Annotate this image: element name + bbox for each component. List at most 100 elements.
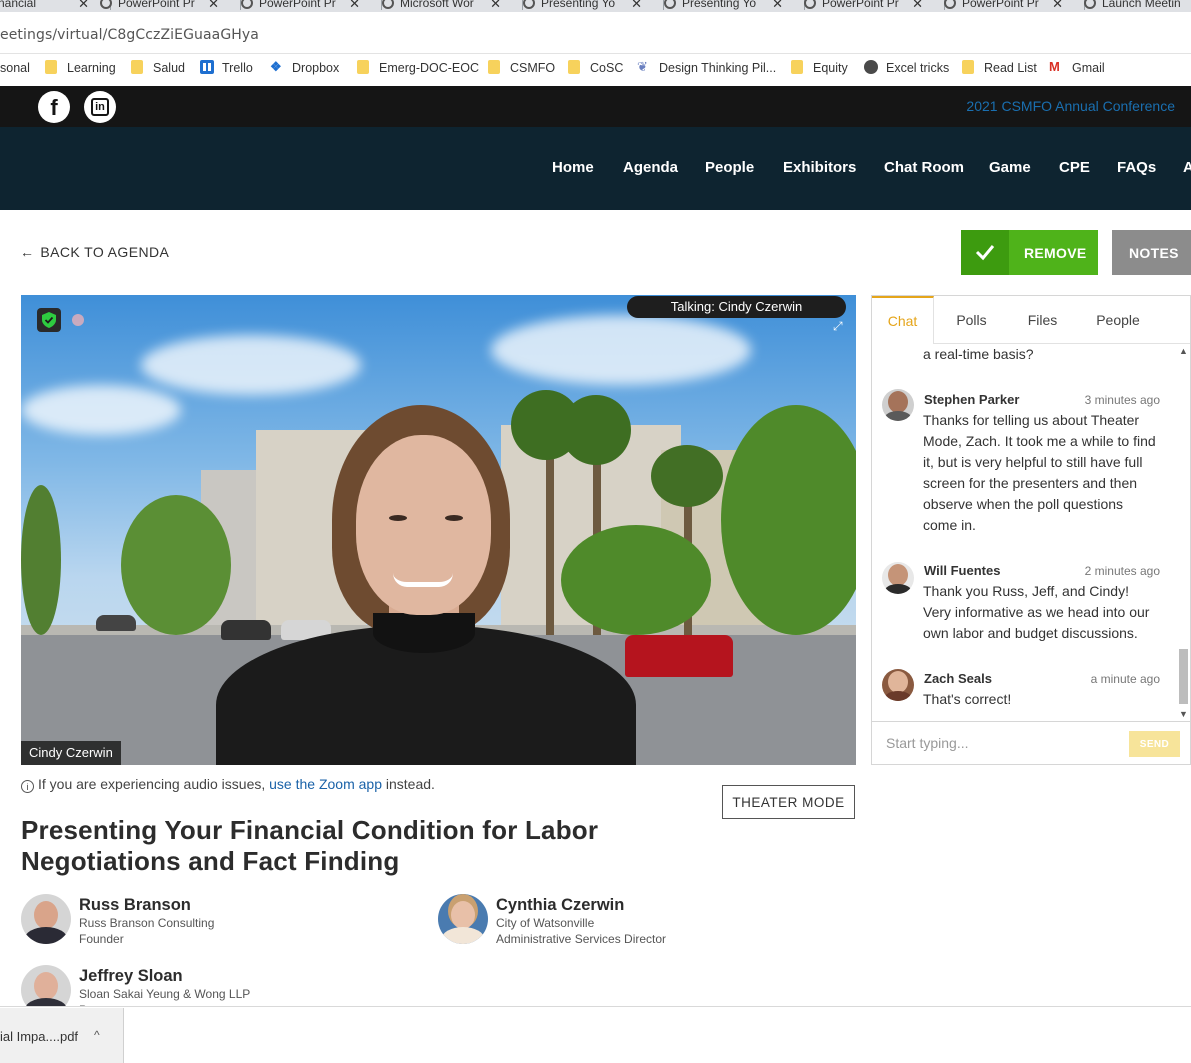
download-item[interactable]: ial Impa....pdf ^ (0, 1008, 124, 1063)
bookmark-label: Gmail (1072, 61, 1105, 75)
bookmark-label: Learning (67, 61, 116, 75)
tab-favicon-icon (523, 0, 535, 9)
tab-favicon-icon (804, 0, 816, 9)
chat-author: Zach Seals (924, 671, 992, 686)
checkmark-icon (961, 230, 1009, 275)
video-tree (546, 445, 554, 635)
facebook-icon[interactable]: f (38, 91, 70, 123)
close-tab-icon[interactable]: ✕ (631, 0, 642, 12)
chevron-up-icon[interactable]: ^ (94, 1028, 100, 1042)
folder-icon (568, 60, 580, 74)
nav-chat-room[interactable]: Chat Room (884, 159, 964, 176)
nav-cpe[interactable]: CPE (1059, 159, 1090, 176)
bookmark-label: Excel tricks (886, 61, 950, 75)
send-button[interactable]: SEND (1129, 731, 1180, 757)
address-bar[interactable]: eetings/virtual/C8gCczZiEGuaaGHya (0, 12, 1191, 54)
chat-message-text: Thanks for telling us about Theater (923, 412, 1140, 428)
folder-icon (357, 60, 369, 74)
arrow-left-icon: ← (20, 244, 35, 260)
chat-message-text: screen for the presenters and then (923, 475, 1138, 491)
video-car (221, 620, 271, 640)
tab-polls[interactable]: Polls (944, 296, 999, 344)
gmail-icon: M (1049, 59, 1060, 74)
close-tab-icon[interactable]: ✕ (78, 0, 89, 12)
browser-tab[interactable]: Microsoft Wor ✕ (382, 0, 523, 12)
tab-files[interactable]: Files (1015, 296, 1070, 344)
speaker-name: Cynthia Czerwin (496, 896, 625, 914)
nav-faqs[interactable]: FAQs (1117, 159, 1156, 176)
browser-tab-strip: Financial ✕ PowerPoint Pr ✕ PowerPoint Pr ✕… (0, 0, 1191, 12)
chat-message-text: Mode, Zach. It took me a while to find (923, 433, 1156, 449)
video-cloud (21, 385, 181, 435)
browser-tab[interactable]: PowerPoint Pr ✕ (944, 0, 1085, 12)
main-nav: Home Agenda People Exhibitors Chat Room … (0, 127, 1191, 210)
browser-tab[interactable]: Financial ✕ (0, 0, 111, 12)
security-shield-icon[interactable] (37, 308, 61, 332)
chat-input[interactable] (878, 728, 1118, 758)
tab-people[interactable]: People (1087, 296, 1149, 344)
conference-link[interactable]: 2021 CSMFO Annual Conference (966, 98, 1175, 114)
nav-home[interactable]: Home (552, 159, 594, 176)
audio-notice: i If you are experiencing audio issues, u… (21, 776, 435, 793)
avatar (21, 894, 71, 944)
nav-agenda[interactable]: Agenda (623, 159, 678, 176)
presenter-eye (389, 515, 407, 521)
session-title-line: Presenting Your Financial Condition for … (21, 815, 599, 845)
session-title: Presenting Your Financial Condition for … (21, 815, 721, 877)
remove-label: REMOVE (1024, 245, 1087, 261)
close-tab-icon[interactable]: ✕ (772, 0, 783, 12)
tab-title: Launch Meetin (1102, 0, 1181, 10)
browser-tab[interactable]: PowerPoint Pr ✕ (241, 0, 382, 12)
theater-mode-button[interactable]: THEATER MODE (722, 785, 855, 819)
remove-button[interactable]: REMOVE (961, 230, 1098, 275)
tab-title: PowerPoint Pr (118, 0, 195, 10)
fullscreen-icon[interactable]: ⤢ (833, 319, 847, 333)
nav-people[interactable]: People (705, 159, 754, 176)
chat-message-text: Thank you Russ, Jeff, and Cindy! (923, 583, 1129, 599)
chat-author: Will Fuentes (924, 563, 1001, 578)
speaker-role: Administrative Services Director (496, 932, 667, 946)
url-text[interactable]: eetings/virtual/C8gCczZiEGuaaGHya (0, 27, 259, 43)
close-tab-icon[interactable]: ✕ (490, 0, 501, 12)
back-to-agenda-link[interactable]: ← BACK TO AGENDA (20, 244, 169, 260)
chat-author: Stephen Parker (924, 392, 1020, 407)
video-player[interactable]: Talking: Cindy Czerwin ⤢ Cindy Czerwin (21, 295, 856, 765)
tab-favicon-icon (1084, 0, 1096, 9)
browser-tab[interactable]: PowerPoint Pr ✕ (804, 0, 945, 12)
avatar (438, 894, 488, 944)
nav-exhibitors[interactable]: Exhibitors (783, 159, 856, 176)
nav-more[interactable]: A (1183, 159, 1191, 176)
linkedin-icon[interactable]: in (84, 91, 116, 123)
tab-chat[interactable]: Chat (872, 296, 934, 344)
chat-message-text: Very informative as we head into our (923, 604, 1150, 620)
browser-tab[interactable]: PowerPoint Pr ✕ (100, 0, 241, 12)
browser-tab[interactable]: Presenting Yo ✕ (664, 0, 805, 12)
zoom-app-link[interactable]: use the Zoom app (269, 776, 382, 792)
chat-timestamp: 3 minutes ago (1084, 393, 1160, 407)
close-tab-icon[interactable]: ✕ (1052, 0, 1063, 12)
tab-title: Financial (0, 0, 37, 10)
avatar (882, 562, 914, 594)
nav-game[interactable]: Game (989, 159, 1031, 176)
video-tree (561, 395, 631, 465)
avatar (882, 669, 914, 701)
tab-favicon-icon (664, 0, 676, 9)
tab-favicon-icon (944, 0, 956, 9)
close-tab-icon[interactable]: ✕ (208, 0, 219, 12)
browser-tab[interactable]: Launch Meetin (1084, 0, 1191, 12)
scrollbar-thumb[interactable] (1179, 649, 1188, 704)
scroll-down-icon[interactable]: ▼ (1179, 709, 1188, 719)
scroll-up-icon[interactable]: ▲ (1179, 346, 1188, 356)
browser-tab[interactable]: Presenting Yo ✕ (523, 0, 664, 12)
video-tree (21, 485, 61, 635)
close-tab-icon[interactable]: ✕ (912, 0, 923, 12)
talking-indicator: Talking: Cindy Czerwin (627, 296, 846, 318)
bookmark-label: Read List (984, 61, 1037, 75)
close-tab-icon[interactable]: ✕ (349, 0, 360, 12)
notes-button[interactable]: NOTES (1112, 230, 1191, 275)
chat-scrollbar[interactable]: ▲ ▼ (1176, 344, 1190, 721)
session-title-line: Negotiations and Fact Finding (21, 846, 400, 876)
tab-title: Presenting Yo (541, 0, 616, 10)
chat-messages: a real-time basis? Stephen Parker 3 minu… (872, 344, 1178, 721)
tab-title: PowerPoint Pr (259, 0, 336, 10)
